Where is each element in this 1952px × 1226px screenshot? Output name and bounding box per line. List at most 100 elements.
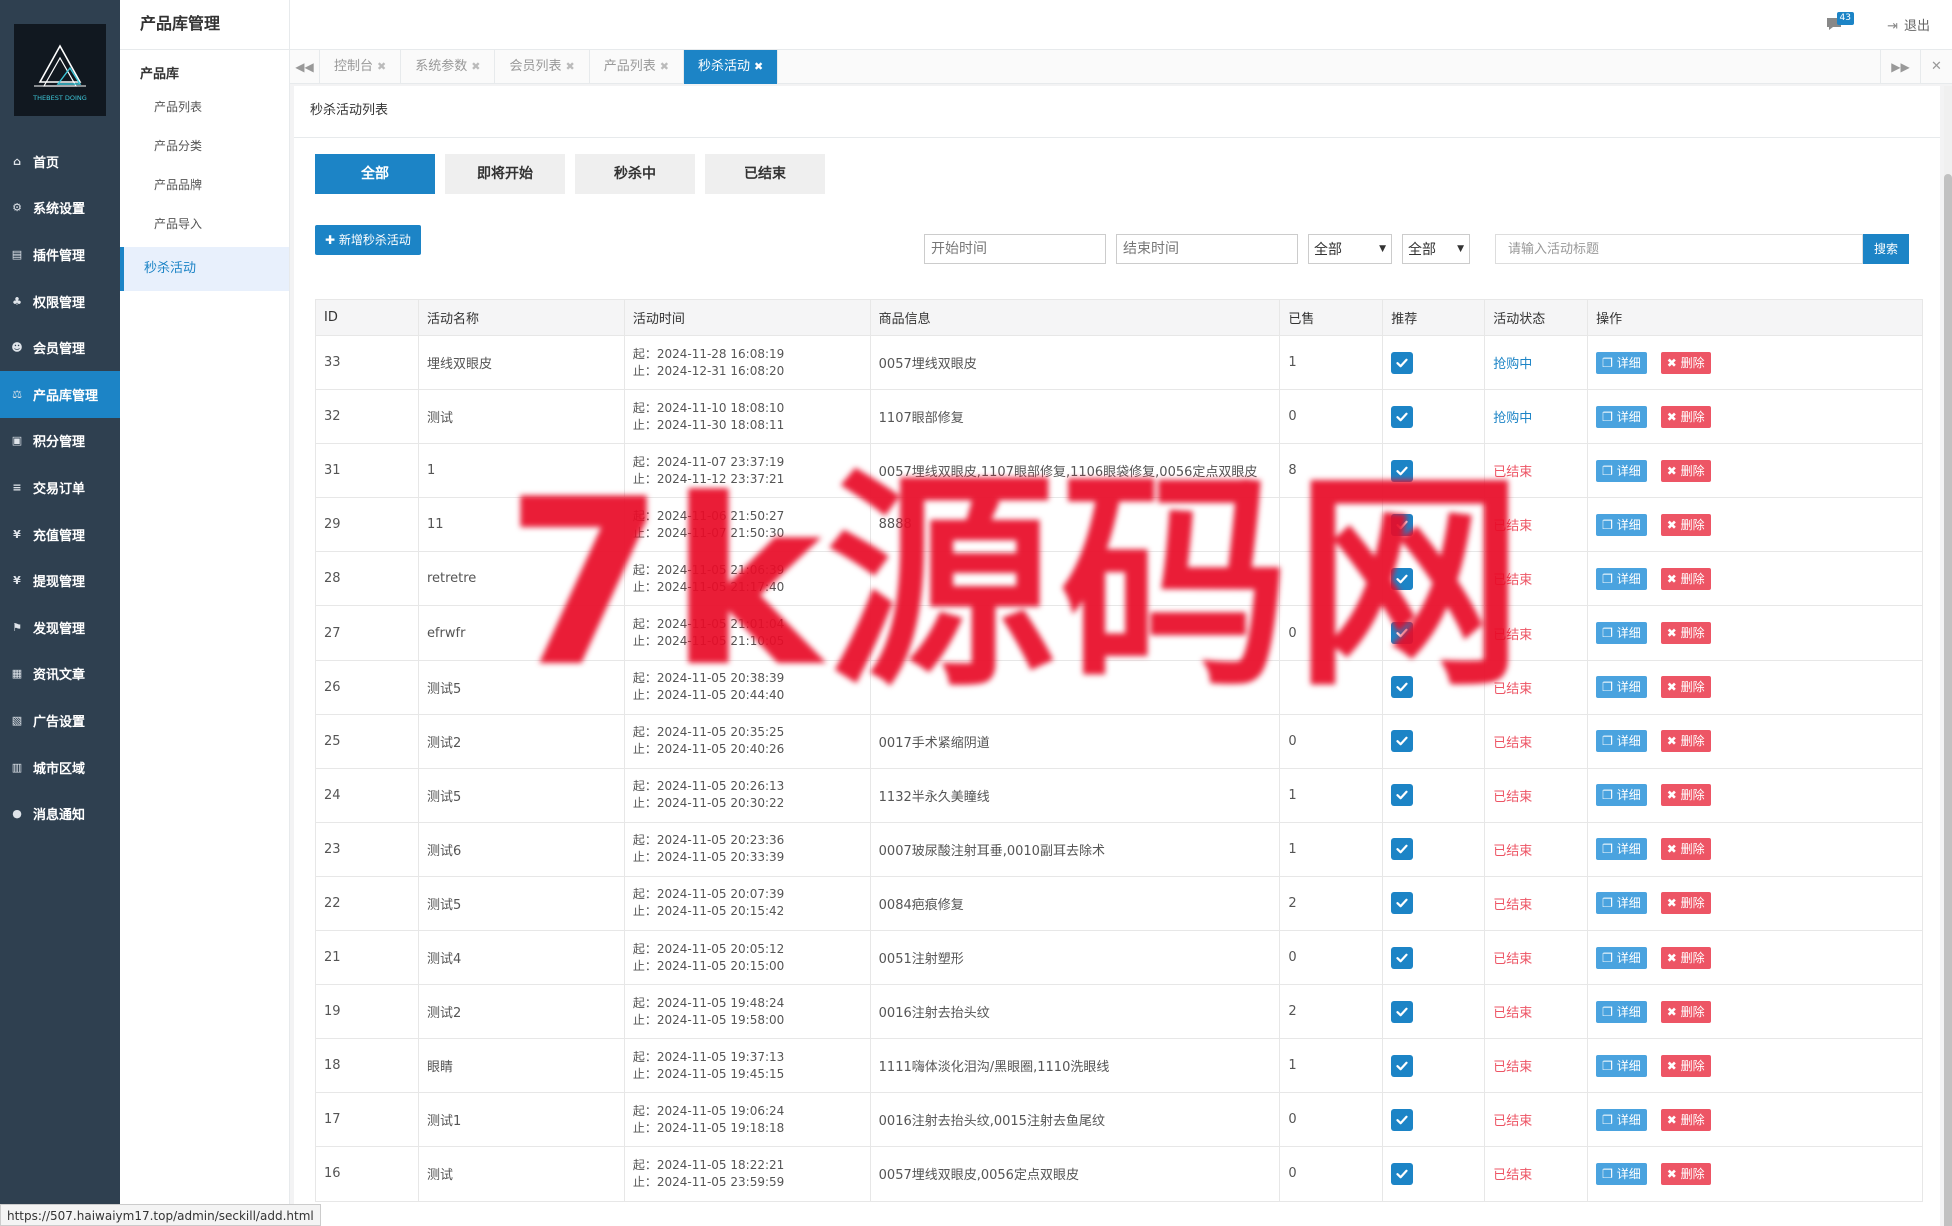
tab-close-icon[interactable]: ✖ bbox=[660, 60, 669, 73]
delete-button[interactable]: ✖ 删除 bbox=[1660, 622, 1711, 645]
detail-button[interactable]: ❐ 详细 bbox=[1596, 892, 1647, 915]
sidebar-item-10[interactable]: ⚑ 发现管理 bbox=[0, 604, 120, 651]
filter-select-1[interactable]: 全部 ▼ bbox=[1308, 234, 1392, 264]
delete-button[interactable]: ✖ 删除 bbox=[1660, 730, 1711, 753]
delete-button[interactable]: ✖ 删除 bbox=[1660, 784, 1711, 807]
sidebar-item-3[interactable]: ♣ 权限管理 bbox=[0, 278, 120, 325]
delete-button[interactable]: ✖ 删除 bbox=[1660, 351, 1711, 374]
sub-sidebar-item-1[interactable]: 产品分类 bbox=[120, 127, 289, 166]
sidebar-item-12[interactable]: ▧ 广告设置 bbox=[0, 697, 120, 744]
scrollbar-thumb[interactable] bbox=[1944, 174, 1952, 1226]
close-icon: ✖ bbox=[1666, 626, 1681, 641]
sub-sidebar-item-4[interactable]: 秒杀活动 bbox=[120, 247, 289, 291]
recommend-checkbox[interactable] bbox=[1391, 622, 1414, 645]
recommend-checkbox[interactable] bbox=[1391, 405, 1414, 428]
detail-button[interactable]: ❐ 详细 bbox=[1596, 351, 1647, 374]
detail-button[interactable]: ❐ 详细 bbox=[1596, 946, 1647, 969]
recommend-checkbox[interactable] bbox=[1391, 946, 1414, 969]
recommend-checkbox[interactable] bbox=[1391, 892, 1414, 915]
delete-button[interactable]: ✖ 删除 bbox=[1660, 459, 1711, 482]
delete-button[interactable]: ✖ 删除 bbox=[1660, 838, 1711, 861]
tab-close-icon[interactable]: ✖ bbox=[565, 60, 574, 73]
sub-sidebar-group[interactable]: 产品库 bbox=[120, 62, 289, 88]
delete-button[interactable]: ✖ 删除 bbox=[1660, 1108, 1711, 1131]
delete-button[interactable]: ✖ 删除 bbox=[1660, 567, 1711, 590]
tab-close-all-icon[interactable]: ✕ bbox=[1920, 50, 1952, 84]
recommend-checkbox[interactable] bbox=[1391, 730, 1414, 753]
recommend-checkbox[interactable] bbox=[1391, 676, 1414, 699]
tab-next-icon[interactable]: ▶▶ bbox=[1880, 50, 1920, 84]
filter-tab-3[interactable]: 已结束 bbox=[705, 154, 825, 194]
tab-prev-icon[interactable]: ◀◀ bbox=[290, 50, 320, 84]
detail-button[interactable]: ❐ 详细 bbox=[1596, 730, 1647, 753]
sub-sidebar-item-0[interactable]: 产品列表 bbox=[120, 88, 289, 127]
detail-button[interactable]: ❐ 详细 bbox=[1596, 513, 1647, 536]
filter-select-2[interactable]: 全部 ▼ bbox=[1402, 234, 1470, 264]
detail-button[interactable]: ❐ 详细 bbox=[1596, 1000, 1647, 1023]
tab-close-icon[interactable]: ✖ bbox=[471, 60, 480, 73]
recommend-checkbox[interactable] bbox=[1391, 1162, 1414, 1185]
recommend-checkbox[interactable] bbox=[1391, 784, 1414, 807]
sidebar-item-0[interactable]: ⌂ 首页 bbox=[0, 138, 120, 185]
keyword-input[interactable] bbox=[1495, 234, 1863, 264]
tab-0[interactable]: 控制台 ✖ bbox=[320, 50, 402, 84]
tab-close-icon[interactable]: ✖ bbox=[754, 60, 763, 73]
delete-button[interactable]: ✖ 删除 bbox=[1660, 892, 1711, 915]
sidebar-item-14[interactable]: ● 消息通知 bbox=[0, 790, 120, 837]
sidebar-item-5[interactable]: ⚖ 产品库管理 bbox=[0, 370, 120, 418]
delete-button[interactable]: ✖ 删除 bbox=[1660, 513, 1711, 536]
tab-close-icon[interactable]: ✖ bbox=[377, 60, 386, 73]
cell-time: 起：2024-11-05 20:38:39 止：2024-11-05 20:44:… bbox=[623, 659, 871, 715]
detail-button[interactable]: ❐ 详细 bbox=[1596, 622, 1647, 645]
recommend-checkbox[interactable] bbox=[1391, 351, 1414, 374]
tab-2[interactable]: 会员列表 ✖ bbox=[495, 50, 590, 84]
sidebar-item-9[interactable]: ¥ 提现管理 bbox=[0, 557, 120, 604]
delete-button[interactable]: ✖ 删除 bbox=[1660, 676, 1711, 699]
delete-button[interactable]: ✖ 删除 bbox=[1660, 405, 1711, 428]
delete-button[interactable]: ✖ 删除 bbox=[1660, 946, 1711, 969]
start-time-input[interactable] bbox=[924, 234, 1106, 264]
sidebar-item-2[interactable]: ▤ 插件管理 bbox=[0, 231, 120, 278]
detail-button[interactable]: ❐ 详细 bbox=[1596, 1108, 1647, 1131]
detail-button[interactable]: ❐ 详细 bbox=[1596, 1162, 1647, 1185]
delete-button[interactable]: ✖ 删除 bbox=[1660, 1162, 1711, 1185]
start-prefix: 起： bbox=[632, 779, 657, 794]
sidebar-item-6[interactable]: ▣ 积分管理 bbox=[0, 418, 120, 465]
tab-4[interactable]: 秒杀活动 ✖ bbox=[683, 50, 779, 84]
detail-button[interactable]: ❐ 详细 bbox=[1596, 676, 1647, 699]
recommend-checkbox[interactable] bbox=[1391, 459, 1414, 482]
recommend-checkbox[interactable] bbox=[1391, 1000, 1414, 1023]
sidebar-item-1[interactable]: ⚙ 系统设置 bbox=[0, 185, 120, 232]
detail-button[interactable]: ❐ 详细 bbox=[1596, 784, 1647, 807]
add-seckill-button[interactable]: ✚ 新增秒杀活动 bbox=[315, 225, 421, 255]
filter-tab-1[interactable]: 即将开始 bbox=[445, 154, 565, 194]
delete-button[interactable]: ✖ 删除 bbox=[1660, 1054, 1711, 1077]
vertical-scrollbar[interactable] bbox=[1944, 86, 1952, 1226]
sidebar-item-4[interactable]: ☻ 会员管理 bbox=[0, 324, 120, 371]
sidebar-item-8[interactable]: ¥ 充值管理 bbox=[0, 511, 120, 558]
detail-button[interactable]: ❐ 详细 bbox=[1596, 1054, 1647, 1077]
logo[interactable]: THEBEST DOING bbox=[14, 24, 106, 116]
recommend-checkbox[interactable] bbox=[1391, 1054, 1414, 1077]
tab-1[interactable]: 系统参数 ✖ bbox=[401, 50, 496, 84]
filter-tab-2[interactable]: 秒杀中 bbox=[575, 154, 695, 194]
detail-button[interactable]: ❐ 详细 bbox=[1596, 567, 1647, 590]
recommend-checkbox[interactable] bbox=[1391, 513, 1414, 536]
tab-3[interactable]: 产品列表 ✖ bbox=[590, 50, 684, 84]
sub-sidebar-item-2[interactable]: 产品品牌 bbox=[120, 166, 289, 205]
delete-button[interactable]: ✖ 删除 bbox=[1660, 1000, 1711, 1023]
sidebar-item-13[interactable]: ▥ 城市区域 bbox=[0, 744, 120, 791]
recommend-checkbox[interactable] bbox=[1391, 1108, 1414, 1131]
sub-sidebar-item-3[interactable]: 产品导入 bbox=[120, 205, 289, 244]
detail-button[interactable]: ❐ 详细 bbox=[1596, 405, 1647, 428]
end-time-input[interactable] bbox=[1116, 234, 1298, 264]
recommend-checkbox[interactable] bbox=[1391, 567, 1414, 590]
sidebar-item-11[interactable]: ▦ 资讯文章 bbox=[0, 651, 120, 698]
logout-button[interactable]: ⇥ 退出 bbox=[1887, 15, 1930, 34]
sidebar-item-7[interactable]: ≡ 交易订单 bbox=[0, 464, 120, 511]
recommend-checkbox[interactable] bbox=[1391, 838, 1414, 861]
detail-button[interactable]: ❐ 详细 bbox=[1596, 838, 1647, 861]
filter-tab-0[interactable]: 全部 bbox=[315, 154, 435, 194]
search-button[interactable]: 搜索 bbox=[1863, 234, 1909, 264]
detail-button[interactable]: ❐ 详细 bbox=[1596, 459, 1647, 482]
